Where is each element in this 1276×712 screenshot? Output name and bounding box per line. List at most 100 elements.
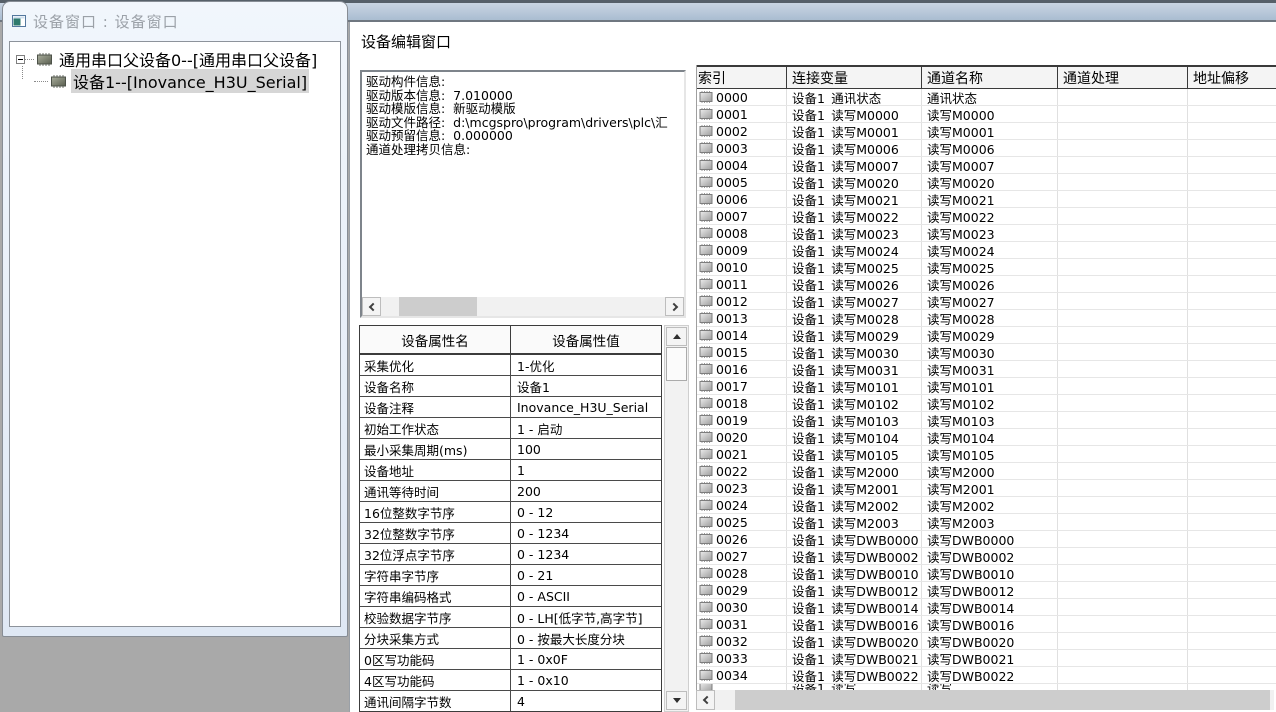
property-value-cell[interactable]: 1 - 0x0F xyxy=(511,649,661,670)
scrollbar-thumb[interactable] xyxy=(399,297,477,316)
channel-row[interactable]: 0028设备1_读写DWB0010读写DWB0010 xyxy=(697,565,1276,582)
channel-row[interactable]: 0001设备1_读写M0000读写M0000 xyxy=(697,106,1276,123)
channel-row[interactable]: 0029设备1_读写DWB0012读写DWB0012 xyxy=(697,582,1276,599)
property-value-cell[interactable]: 1 - 0x10 xyxy=(511,670,661,691)
properties-vscrollbar[interactable] xyxy=(664,325,689,712)
channel-index-label: 0029 xyxy=(716,583,748,598)
channel-index-label: 0011 xyxy=(716,277,748,292)
property-value-cell[interactable]: 1-优化 xyxy=(511,355,661,376)
collapse-icon[interactable] xyxy=(16,55,25,64)
device-window-titlebar[interactable]: 设备窗口 : 设备窗口 xyxy=(3,2,347,40)
channel-index-label: 0002 xyxy=(716,124,748,139)
col-header-variable[interactable]: 连接变量 xyxy=(787,67,922,88)
channel-row[interactable]: 0005设备1_读写M0020读写M0020 xyxy=(697,174,1276,191)
col-header-channel-process[interactable]: 通道处理 xyxy=(1058,67,1188,88)
scroll-right-button[interactable] xyxy=(665,297,684,316)
channel-process-cell xyxy=(1058,174,1188,190)
chip-icon xyxy=(699,414,713,426)
property-row: 初始工作状态1 - 启动 xyxy=(360,418,661,439)
channel-row[interactable]: 0010设备1_读写M0025读写M0025 xyxy=(697,259,1276,276)
channel-row[interactable]: 0027设备1_读写DWB0002读写DWB0002 xyxy=(697,548,1276,565)
channel-row[interactable]: 0025设备1_读写M2003读写M2003 xyxy=(697,514,1276,531)
property-name-cell: 设备名称 xyxy=(360,376,511,397)
channel-row[interactable]: 0007设备1_读写M0022读写M0022 xyxy=(697,208,1276,225)
channel-row[interactable]: 0008设备1_读写M0023读写M0023 xyxy=(697,225,1276,242)
driver-info-line: 驱动构件信息: xyxy=(366,75,684,89)
channel-row[interactable]: 0031设备1_读写DWB0016读写DWB0016 xyxy=(697,616,1276,633)
channel-row[interactable]: 0018设备1_读写M0102读写M0102 xyxy=(697,395,1276,412)
scroll-left-button[interactable] xyxy=(362,297,381,316)
property-value-cell[interactable]: 0 - 1234 xyxy=(511,544,661,565)
channel-row[interactable]: 0023设备1_读写M2001读写M2001 xyxy=(697,480,1276,497)
channel-process-cell xyxy=(1058,480,1188,496)
channel-row[interactable]: 0019设备1_读写M0103读写M0103 xyxy=(697,412,1276,429)
channel-row[interactable]: 0011设备1_读写M0026读写M0026 xyxy=(697,276,1276,293)
channel-variable-cell: 设备1_读写M0001 xyxy=(787,123,922,139)
channel-row[interactable]: 0004设备1_读写M0007读写M0007 xyxy=(697,157,1276,174)
tree-item-device1[interactable]: 设备1--[Inovance_H3U_Serial] xyxy=(34,70,338,92)
property-value-cell[interactable]: 200 xyxy=(511,481,661,502)
channel-row[interactable]: 0032设备1_读写DWB0020读写DWB0020 xyxy=(697,633,1276,650)
channel-row[interactable]: 0016设备1_读写M0031读写M0031 xyxy=(697,361,1276,378)
property-value-cell[interactable]: 0 - 21 xyxy=(511,565,661,586)
channel-process-cell xyxy=(1058,361,1188,377)
channel-row[interactable]: 0003设备1_读写M0006读写M0006 xyxy=(697,140,1276,157)
property-value-cell[interactable]: 0 - 1234 xyxy=(511,523,661,544)
scrollbar-track[interactable] xyxy=(381,297,665,316)
channel-row[interactable]: 0030设备1_读写DWB0014读写DWB0014 xyxy=(697,599,1276,616)
scrollbar-thumb[interactable] xyxy=(666,347,687,381)
property-row: 4区写功能码1 - 0x10 xyxy=(360,670,661,691)
channel-index-label: 0020 xyxy=(716,430,748,445)
channel-row[interactable]: 0020设备1_读写M0104读写M0104 xyxy=(697,429,1276,446)
scrollbar-thumb[interactable] xyxy=(735,690,1270,710)
channel-row[interactable]: 0017设备1_读写M0101读写M0101 xyxy=(697,378,1276,395)
scroll-left-button[interactable] xyxy=(696,690,715,710)
col-header-channel-name[interactable]: 通道名称 xyxy=(922,67,1058,88)
property-value-cell[interactable]: 1 xyxy=(511,460,661,481)
channel-row[interactable]: 0015设备1_读写M0030读写M0030 xyxy=(697,344,1276,361)
tree-item-label[interactable]: 设备1--[Inovance_H3U_Serial] xyxy=(71,69,309,93)
channel-row[interactable]: 0014设备1_读写M0029读写M0029 xyxy=(697,327,1276,344)
channel-row[interactable]: 0022设备1_读写M2000读写M2000 xyxy=(697,463,1276,480)
property-value-cell[interactable]: 0 - 12 xyxy=(511,502,661,523)
channel-row[interactable]: 0013设备1_读写M0028读写M0028 xyxy=(697,310,1276,327)
channel-name-cell: 读写M0104 xyxy=(922,429,1058,445)
tree-item-label[interactable]: 通用串口父设备0--[通用串口父设备] xyxy=(57,47,319,71)
scroll-down-button[interactable] xyxy=(666,691,687,710)
property-value-cell[interactable]: 设备1 xyxy=(511,376,661,397)
property-value-cell[interactable]: 0 - 按最大长度分块 xyxy=(511,628,661,649)
chip-icon xyxy=(699,363,713,375)
channels-hscrollbar[interactable] xyxy=(696,690,1274,710)
channel-index-cell: 0004 xyxy=(697,157,787,173)
property-value-cell[interactable]: 100 xyxy=(511,439,661,460)
chevron-right-icon xyxy=(669,302,677,310)
scrollbar-track[interactable] xyxy=(715,690,1274,710)
channel-index-cell: 0008 xyxy=(697,225,787,241)
tree-item-parent-device[interactable]: 通用串口父设备0--[通用串口父设备] xyxy=(16,48,338,70)
property-value-cell[interactable]: Inovance_H3U_Serial xyxy=(511,397,661,418)
channel-row[interactable]: 0024设备1_读写M2002读写M2002 xyxy=(697,497,1276,514)
channel-row[interactable]: 0033设备1_读写DWB0021读写DWB0021 xyxy=(697,650,1276,667)
chip-icon xyxy=(699,295,713,307)
property-value-cell[interactable]: 0 - LH[低字节,高字节] xyxy=(511,607,661,628)
property-value-cell[interactable]: 1 - 启动 xyxy=(511,418,661,439)
property-value-cell[interactable]: 0 - ASCII xyxy=(511,586,661,607)
scroll-up-button[interactable] xyxy=(666,327,687,346)
channel-row[interactable]: 0006设备1_读写M0021读写M0021 xyxy=(697,191,1276,208)
channel-row[interactable]: 0012设备1_读写M0027读写M0027 xyxy=(697,293,1276,310)
channel-offset-cell xyxy=(1188,208,1276,224)
channel-row[interactable]: 0002设备1_读写M0001读写M0001 xyxy=(697,123,1276,140)
channel-row[interactable]: 0034设备1_读写DWB0022读写DWB0022 xyxy=(697,667,1276,684)
driver-info-hscrollbar[interactable] xyxy=(362,297,684,316)
channel-row[interactable]: 0021设备1_读写M0105读写M0105 xyxy=(697,446,1276,463)
property-value-cell[interactable]: 4 xyxy=(511,691,661,712)
channel-row[interactable]: 0000设备1_通讯状态通讯状态 xyxy=(697,89,1276,106)
property-row: 通讯间隔字节数4 xyxy=(360,691,661,712)
channel-row[interactable]: 0026设备1_读写DWB0000读写DWB0000 xyxy=(697,531,1276,548)
col-header-address-offset[interactable]: 地址偏移 xyxy=(1188,67,1276,88)
channel-process-cell xyxy=(1058,582,1188,598)
channels-header-row: 索引 连接变量 通道名称 通道处理 地址偏移 xyxy=(697,65,1276,89)
channel-name-cell: 通讯状态 xyxy=(922,89,1058,105)
channel-row[interactable]: 0009设备1_读写M0024读写M0024 xyxy=(697,242,1276,259)
col-header-index[interactable]: 索引 xyxy=(697,67,787,88)
